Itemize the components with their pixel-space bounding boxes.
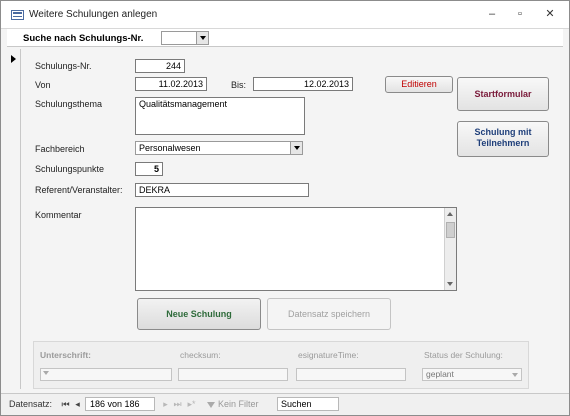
bis-label: Bis:	[231, 80, 247, 90]
form-header: Suche nach Schulungs-Nr.	[7, 29, 563, 47]
referent-label: Referent/Veranstalter:	[35, 185, 123, 195]
teilnehmer-button-line1: Schulung mit	[474, 127, 532, 137]
schulungs-nr-label: Schulungs-Nr.	[35, 61, 92, 71]
chevron-down-icon[interactable]	[43, 371, 49, 375]
form-icon	[11, 10, 24, 20]
new-record-icon[interactable]: ▸*	[187, 399, 196, 410]
von-field[interactable]: 11.02.2013	[135, 77, 207, 91]
kommentar-label: Kommentar	[35, 210, 82, 220]
schulung-mit-teilnehmern-button[interactable]: Schulung mit Teilnehmern	[457, 121, 549, 157]
filter-label: Kein Filter	[218, 399, 259, 409]
neue-schulung-button[interactable]: Neue Schulung	[137, 298, 261, 330]
signature-section: Unterschrift: checksum: esignatureTime: …	[33, 341, 529, 389]
signature-time-field[interactable]	[296, 368, 406, 381]
unterschrift-label: Unterschrift:	[40, 350, 92, 360]
signature-time-label: esignatureTime:	[298, 350, 359, 360]
schulungsthema-label: Schulungsthema	[35, 99, 103, 109]
current-record-icon	[11, 55, 16, 63]
filter-icon	[207, 401, 215, 408]
scroll-up-icon[interactable]	[447, 212, 453, 216]
next-record-icon[interactable]: ▸	[161, 399, 170, 410]
startformular-button[interactable]: Startformular	[457, 77, 549, 111]
status-combobox[interactable]: geplant	[422, 368, 522, 381]
teilnehmer-button-line2: Teilnehmern	[476, 138, 530, 148]
edit-button[interactable]: Editieren	[385, 76, 453, 93]
title-bar: Weitere Schulungen anlegen – ▫ ✕	[1, 1, 569, 29]
schulungsthema-field[interactable]: Qualitätsmanagement	[135, 97, 305, 135]
referent-field[interactable]: DEKRA	[135, 183, 309, 197]
navbar-search-input[interactable]: Suchen	[277, 397, 339, 411]
datensatz-speichern-button[interactable]: Datensatz speichern	[267, 298, 391, 330]
chevron-down-icon[interactable]	[512, 373, 518, 377]
schulungs-nr-field[interactable]: 244	[135, 59, 185, 73]
record-position-field[interactable]: 186 von 186	[85, 397, 155, 411]
scroll-down-icon[interactable]	[447, 282, 453, 286]
form-window: Weitere Schulungen anlegen – ▫ ✕ Suche n…	[0, 0, 570, 416]
status-value: geplant	[426, 369, 454, 379]
kommentar-field[interactable]	[135, 207, 457, 291]
minimize-icon[interactable]: –	[483, 7, 501, 21]
chevron-down-icon[interactable]	[196, 32, 208, 44]
schulungspunkte-field[interactable]: 5	[135, 162, 163, 176]
chevron-down-icon[interactable]	[290, 142, 302, 154]
record-selector[interactable]	[7, 49, 21, 389]
record-navigation-bar: Datensatz: ⏮ ◂ 186 von 186 ▸ ⏭ ▸* Kein F…	[1, 393, 569, 415]
search-combobox[interactable]	[161, 31, 209, 45]
scroll-thumb[interactable]	[446, 222, 455, 238]
window-title: Weitere Schulungen anlegen	[29, 9, 158, 20]
last-record-icon[interactable]: ⏭	[173, 399, 182, 410]
checksum-label: checksum:	[180, 350, 221, 360]
search-label: Suche nach Schulungs-Nr.	[23, 33, 144, 44]
previous-record-icon[interactable]: ◂	[73, 399, 82, 410]
filter-indicator[interactable]: Kein Filter	[207, 399, 259, 409]
unterschrift-combobox[interactable]	[40, 368, 172, 381]
kommentar-scrollbar[interactable]	[444, 208, 456, 290]
bis-field[interactable]: 12.02.2013	[253, 77, 353, 91]
fachbereich-value: Personalwesen	[139, 143, 201, 153]
schulungspunkte-label: Schulungspunkte	[35, 164, 105, 174]
restore-icon[interactable]: ▫	[511, 7, 529, 21]
fachbereich-label: Fachbereich	[35, 144, 85, 154]
datensatz-label: Datensatz:	[9, 399, 53, 409]
checksum-field[interactable]	[178, 368, 288, 381]
close-icon[interactable]: ✕	[541, 7, 559, 21]
status-label: Status der Schulung:	[424, 350, 503, 360]
von-label: Von	[35, 80, 51, 90]
fachbereich-combobox[interactable]: Personalwesen	[135, 141, 303, 155]
first-record-icon[interactable]: ⏮	[61, 399, 70, 410]
